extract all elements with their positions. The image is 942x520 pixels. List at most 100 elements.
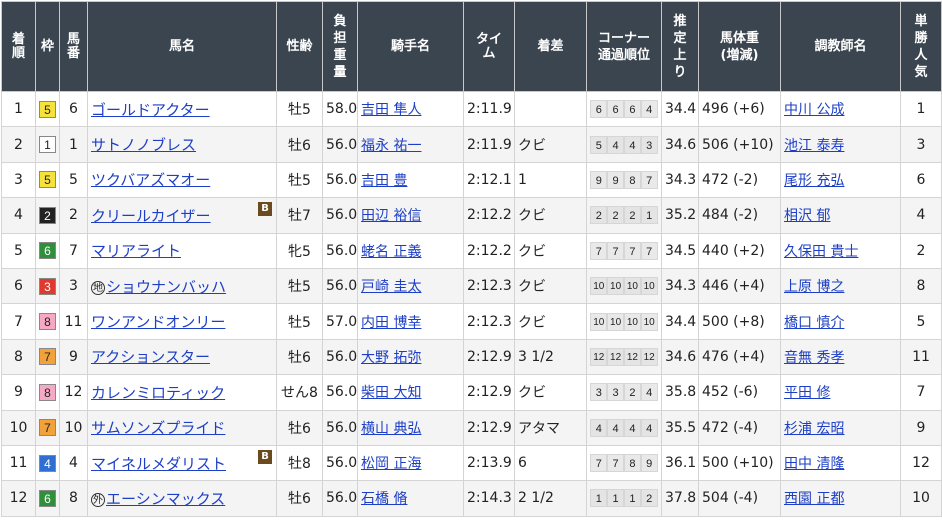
horse-name-link[interactable]: マイネルメダリスト: [91, 455, 226, 473]
trainer-link[interactable]: 尾形 充弘: [784, 173, 844, 189]
horse-name-link[interactable]: ツクバアズマオー: [91, 171, 210, 189]
jockey-link[interactable]: 吉田 豊: [361, 173, 407, 189]
time-cell: 2:12.3: [463, 303, 515, 340]
table-row: 8 7 9 アクションスター 牡6 56.0 大野 拓弥 2:12.9 3 1/…: [1, 338, 942, 376]
margin-cell: クビ: [514, 232, 587, 269]
waku-badge: 7: [39, 348, 56, 366]
horse-name-link[interactable]: クリールカイザー: [91, 207, 211, 225]
umaban-cell: 5: [59, 161, 88, 199]
weight-cell: 56.0: [322, 161, 358, 199]
last3f-cell: 34.6: [661, 338, 699, 376]
sexage-cell: 牡5: [276, 303, 323, 340]
weight-cell: 56.0: [322, 338, 358, 376]
jockey-link[interactable]: 田辺 裕信: [361, 208, 421, 224]
weight-cell: 58.0: [322, 90, 358, 128]
jockey-link[interactable]: 松岡 正海: [361, 456, 421, 472]
jockey-cell: 内田 博幸: [357, 303, 464, 340]
time-cell: 2:12.3: [463, 267, 515, 305]
umaban-cell: 9: [59, 338, 88, 376]
header-rank: 着順: [1, 1, 36, 92]
header-sexage: 性齢: [276, 1, 323, 92]
time-cell: 2:12.9: [463, 374, 515, 411]
corner-position: 3: [640, 135, 658, 154]
umaban-cell: 2: [59, 197, 88, 234]
jockey-link[interactable]: 横山 典弘: [361, 421, 421, 437]
trainer-link[interactable]: 田中 清隆: [784, 456, 844, 472]
horse-name-link[interactable]: ワンアンドオンリー: [91, 313, 225, 331]
popularity-cell: 3: [900, 126, 942, 163]
waku-badge: 8: [39, 383, 56, 401]
blinker-icon: B: [258, 202, 272, 217]
trainer-link[interactable]: 音無 秀孝: [784, 350, 844, 366]
jockey-cell: 柴田 大知: [357, 374, 464, 411]
trainer-link[interactable]: 平田 修: [784, 385, 830, 401]
time-cell: 2:12.9: [463, 409, 515, 446]
horse-name-link[interactable]: サムソンズプライド: [91, 419, 225, 437]
trainer-link[interactable]: 相沢 郁: [784, 208, 830, 224]
header-corner: コーナー 通過順位: [586, 1, 662, 92]
umaban-cell: 10: [59, 409, 88, 446]
horse-name-link[interactable]: エーシンマックス: [106, 490, 225, 508]
sexage-cell: 牡7: [276, 197, 323, 234]
table-body: 1 5 6 ゴールドアクター 牡5 58.0 吉田 隼人 2:11.9 6664…: [1, 90, 942, 517]
horse-name-link[interactable]: ショウナンバッハ: [106, 278, 226, 296]
popularity-cell: 11: [900, 338, 942, 376]
trainer-link[interactable]: 西園 正都: [784, 491, 844, 507]
corner-position: 4: [607, 135, 624, 154]
popularity-cell: 5: [900, 303, 942, 340]
waku-cell: 7: [35, 409, 60, 446]
weight-cell: 56.0: [322, 126, 358, 163]
trainer-link[interactable]: 上原 博之: [784, 279, 844, 295]
body-weight-cell: 446 (+4): [698, 267, 781, 305]
corner-position: 2: [624, 383, 641, 402]
margin-cell: クビ: [514, 197, 587, 234]
table-header: 着順 枠 馬番 馬名 性齢 負担重量 騎手名 タイム 着差 コーナー 通過順位 推…: [1, 1, 942, 92]
body-weight-cell: 472 (-2): [698, 161, 781, 199]
corner-position: 10: [640, 277, 658, 296]
horse-name-link[interactable]: カレンミロティック: [91, 384, 225, 402]
margin-cell: 2 1/2: [514, 480, 587, 517]
jockey-link[interactable]: 柴田 大知: [361, 385, 421, 401]
last3f-cell: 37.8: [661, 480, 699, 517]
body-weight-cell: 504 (-4): [698, 480, 781, 517]
corner-position: 2: [640, 489, 658, 508]
trainer-link[interactable]: 杉浦 宏昭: [784, 421, 844, 437]
header-waku: 枠: [35, 1, 60, 92]
horse-name-link[interactable]: アクションスター: [91, 348, 210, 366]
header-umaban: 馬番: [59, 1, 88, 92]
corner-position: 6: [607, 100, 624, 119]
corner-position: 6: [590, 100, 608, 119]
sexage-cell: 牡8: [276, 444, 323, 482]
rank-cell: 11: [1, 444, 36, 482]
trainer-link[interactable]: 中川 公成: [784, 102, 844, 118]
jockey-link[interactable]: 戸崎 圭太: [361, 279, 421, 295]
trainer-cell: 久保田 貴士: [780, 232, 901, 269]
horse-name-link[interactable]: ゴールドアクター: [91, 101, 210, 119]
horse-name-link[interactable]: マリアライト: [91, 242, 181, 260]
popularity-cell: 10: [900, 480, 942, 517]
jockey-link[interactable]: 大野 拓弥: [361, 350, 421, 366]
trainer-link[interactable]: 池江 泰寿: [784, 138, 844, 154]
jockey-cell: 横山 典弘: [357, 409, 464, 446]
jockey-cell: 田辺 裕信: [357, 197, 464, 234]
jockey-link[interactable]: 蛯名 正義: [361, 244, 421, 260]
jockey-link[interactable]: 福永 祐一: [361, 138, 421, 154]
jockey-link[interactable]: 石橋 脩: [361, 491, 407, 507]
table-row: 1 5 6 ゴールドアクター 牡5 58.0 吉田 隼人 2:11.9 6664…: [1, 90, 942, 128]
trainer-link[interactable]: 久保田 貴士: [784, 244, 858, 260]
corner-position: 4: [624, 418, 641, 437]
jockey-link[interactable]: 吉田 隼人: [361, 102, 421, 118]
waku-cell: 3: [35, 267, 60, 305]
jockey-link[interactable]: 内田 博幸: [361, 315, 421, 331]
last3f-cell: 34.3: [661, 161, 699, 199]
body-weight-cell: 500 (+10): [698, 444, 781, 482]
corner-position: 7: [590, 454, 608, 473]
header-body: 馬体重 (増減): [698, 1, 781, 92]
sexage-cell: 牡5: [276, 161, 323, 199]
horse-name-link[interactable]: サトノノブレス: [91, 136, 196, 154]
popularity-cell: 4: [900, 197, 942, 234]
last3f-cell: 34.4: [661, 90, 699, 128]
time-cell: 2:11.9: [463, 90, 515, 128]
umaban-cell: 4: [59, 444, 88, 482]
trainer-link[interactable]: 橋口 慎介: [784, 315, 844, 331]
